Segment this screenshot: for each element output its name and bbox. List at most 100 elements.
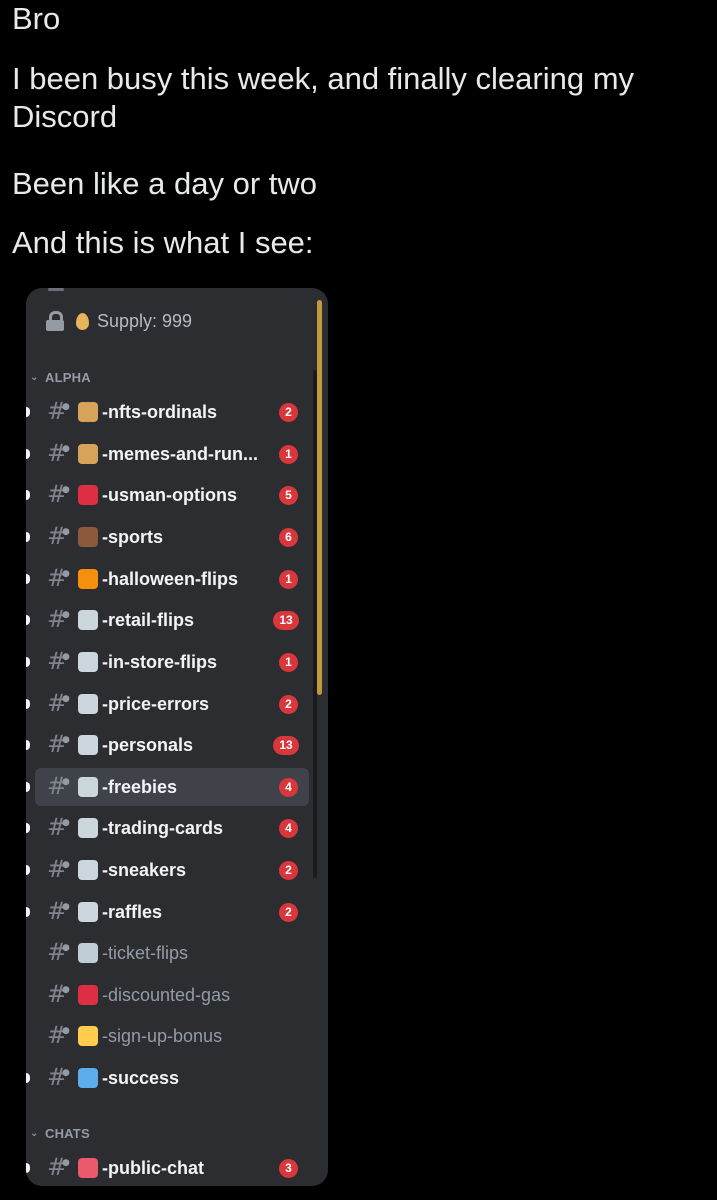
unread-indicator: [26, 449, 30, 459]
broom-icon: [78, 402, 98, 422]
channel-row[interactable]: # ● -freebies 4: [26, 768, 326, 806]
channel-name: -sneakers: [102, 860, 187, 880]
channel-row[interactable]: # ● -personals 13: [26, 726, 326, 762]
phone-icon: [78, 485, 98, 505]
unread-indicator: [26, 407, 30, 417]
hash-icon: # ●: [47, 980, 70, 1008]
unread-indicator: [26, 490, 30, 500]
channel-name: -usman-options: [102, 485, 237, 505]
channel-name: -memes-and-run...: [102, 444, 259, 464]
post-line-4: And this is what I see:: [12, 225, 314, 260]
channel-row[interactable]: # ● -halloween-flips 1: [26, 560, 326, 596]
mention-badge: 4: [279, 819, 298, 838]
channel-row[interactable]: # ● -retail-flips 13: [26, 601, 326, 637]
hash-icon: # ●: [47, 522, 70, 550]
channel-row[interactable]: # ● -discounted-gas: [26, 976, 326, 1012]
channel-row[interactable]: # ● -sports 6: [26, 518, 326, 554]
discord-channel-list-screenshot: Supply: 999 ⌄ ALPHA # ● -nfts-ordinals 2 # ● -…: [26, 288, 328, 1186]
mention-badge: 2: [279, 403, 298, 422]
channel-name: -in-store-flips: [102, 652, 217, 672]
unread-indicator: [26, 782, 30, 792]
channel-name: -success: [102, 1068, 180, 1088]
channel-name: -halloween-flips: [102, 569, 239, 589]
sneaker-icon: [78, 860, 98, 880]
hash-icon: # ●: [47, 855, 70, 883]
category-label: CHATS: [45, 1125, 90, 1141]
lock-icon: [46, 311, 64, 331]
channel-row[interactable]: # ● -in-store-flips 1: [26, 643, 326, 679]
unread-indicator: [26, 907, 30, 917]
channel-row[interactable]: # ● -price-errors 2: [26, 685, 326, 721]
pumpkin-icon: [78, 569, 98, 589]
hash-icon: # ●: [47, 1021, 70, 1049]
mention-badge: 2: [279, 861, 298, 880]
unread-indicator: [26, 615, 30, 625]
channel-name: -ticket-flips: [102, 943, 189, 963]
mention-badge: 5: [279, 486, 298, 505]
woman-icon: [78, 1158, 98, 1178]
channel-row[interactable]: # ● -sign-up-bonus: [26, 1017, 326, 1053]
fuel-pump-icon: [78, 985, 98, 1005]
category-alpha[interactable]: ⌄ ALPHA: [30, 367, 91, 387]
mention-badge: 13: [273, 736, 299, 755]
hash-icon: # ●: [47, 480, 70, 508]
egg-icon: [76, 312, 89, 330]
hash-icon: # ●: [47, 1063, 70, 1091]
mention-badge: 4: [279, 778, 298, 797]
sneaker-icon: [78, 902, 98, 922]
hash-icon: # ●: [47, 813, 70, 841]
unread-indicator: [26, 740, 30, 750]
channel-row[interactable]: # ● -usman-options 5: [26, 476, 326, 512]
mention-badge: 13: [273, 611, 299, 630]
broom-icon: [78, 444, 98, 464]
post-line-3: Been like a day or two: [12, 166, 318, 201]
unread-indicator: [26, 1073, 30, 1083]
hash-icon: # ●: [47, 605, 70, 633]
top-stub: [48, 288, 64, 291]
unread-indicator: [26, 699, 30, 709]
hash-icon: # ●: [47, 1153, 70, 1181]
mention-badge: 2: [279, 903, 298, 922]
scroll-accent: [317, 300, 322, 695]
supply-label: Supply: 999: [97, 310, 193, 331]
mention-badge: 2: [279, 695, 298, 714]
unread-indicator: [26, 532, 30, 542]
writing-hand-icon: [78, 1026, 98, 1046]
scrollbar[interactable]: [313, 370, 317, 878]
channel-row[interactable]: # ● -public-chat 3: [26, 1149, 326, 1185]
channel-name: -sports: [102, 527, 164, 547]
channel-row[interactable]: # ● -ticket-flips: [26, 934, 326, 970]
category-chats[interactable]: ⌄ CHATS: [30, 1123, 90, 1143]
mention-badge: 6: [279, 528, 298, 547]
ticket-icon: [78, 943, 98, 963]
channel-name: -price-errors: [102, 694, 210, 714]
channel-row[interactable]: # ● -success: [26, 1059, 326, 1095]
channel-name: -freebies: [102, 777, 178, 797]
supply-channel-row[interactable]: Supply: 999: [46, 306, 192, 336]
sneaker-icon: [78, 818, 98, 838]
channel-name: -public-chat: [102, 1158, 204, 1178]
channel-name: -trading-cards: [102, 818, 224, 838]
chevron-down-icon: ⌄: [30, 371, 39, 383]
chart-increasing-icon: [78, 1068, 98, 1088]
mention-badge: 1: [279, 445, 298, 464]
sneaker-icon: [78, 777, 98, 797]
unread-indicator: [26, 1163, 30, 1173]
post-line-1: Bro: [12, 1, 61, 36]
channel-row[interactable]: # ● -trading-cards 4: [26, 809, 326, 845]
sneaker-icon: [78, 610, 98, 630]
football-icon: [78, 527, 98, 547]
channel-row[interactable]: # ● -raffles 2: [26, 893, 326, 929]
channel-name: -discounted-gas: [102, 985, 231, 1005]
channel-name: -raffles: [102, 902, 163, 922]
channel-row[interactable]: # ● -memes-and-run... 1: [26, 435, 326, 471]
channel-row[interactable]: # ● -sneakers 2: [26, 851, 326, 887]
sneaker-icon: [78, 735, 98, 755]
sneaker-icon: [78, 652, 98, 672]
chevron-down-icon: ⌄: [30, 1127, 39, 1139]
mention-badge: 1: [279, 653, 298, 672]
hash-icon: # ●: [47, 772, 70, 800]
channel-row[interactable]: # ● -nfts-ordinals 2: [26, 393, 326, 429]
category-label: ALPHA: [45, 369, 91, 385]
channel-name: -personals: [102, 735, 194, 755]
